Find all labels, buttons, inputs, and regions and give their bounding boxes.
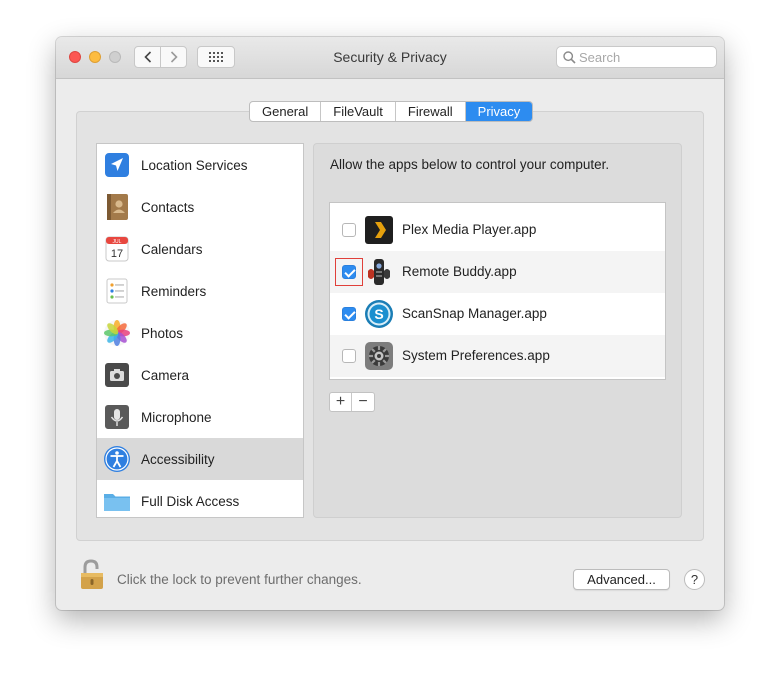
sidebar-item-camera[interactable]: Camera	[97, 354, 303, 396]
sidebar-item-microphone[interactable]: Microphone	[97, 396, 303, 438]
sidebar-item-label: Accessibility	[141, 451, 215, 467]
calendar-icon: JUL 17	[103, 235, 131, 263]
sidebar-item-label: Contacts	[141, 199, 195, 215]
calendar-month: JUL	[113, 239, 122, 245]
app-checkbox-scansnap[interactable]	[342, 307, 356, 321]
remote-buddy-icon	[364, 257, 394, 287]
app-list: Plex Media Player.app Remote Buddy.app S…	[329, 202, 666, 380]
search-input[interactable]	[579, 49, 711, 65]
microphone-icon	[103, 403, 131, 431]
app-row-remote-buddy: Remote Buddy.app	[330, 251, 665, 293]
security-privacy-window: Security & Privacy General FileVault Fir…	[56, 37, 724, 610]
tab-filevault[interactable]: FileVault	[321, 102, 396, 121]
search-icon	[563, 51, 576, 64]
app-row-plex: Plex Media Player.app	[330, 209, 665, 251]
scansnap-icon: S	[364, 299, 394, 329]
help-button[interactable]: ?	[684, 569, 705, 590]
title-bar: Security & Privacy	[56, 37, 724, 79]
photos-flower-icon	[103, 319, 131, 347]
advanced-button[interactable]: Advanced...	[573, 569, 670, 590]
privacy-category-list: Location Services Contacts JUL 17 Calenda…	[96, 143, 304, 518]
tab-firewall[interactable]: Firewall	[396, 102, 466, 121]
app-name: ScanSnap Manager.app	[402, 306, 547, 321]
accessibility-icon	[103, 445, 131, 473]
app-row-system-preferences: System Preferences.app	[330, 335, 665, 377]
system-preferences-gear-icon	[364, 341, 394, 371]
location-arrow-icon	[103, 151, 131, 179]
svg-text:S: S	[374, 306, 383, 322]
app-name: Remote Buddy.app	[402, 264, 517, 279]
sidebar-item-accessibility[interactable]: Accessibility	[97, 438, 303, 480]
search-field[interactable]	[556, 46, 717, 68]
sidebar-item-photos[interactable]: Photos	[97, 312, 303, 354]
lock-status-text: Click the lock to prevent further change…	[117, 572, 362, 587]
add-app-button[interactable]: +	[330, 393, 352, 411]
folder-icon	[103, 487, 131, 515]
sidebar-item-calendars[interactable]: JUL 17 Calendars	[97, 228, 303, 270]
sidebar-item-label: Full Disk Access	[141, 493, 240, 509]
sidebar-item-label: Camera	[141, 367, 190, 383]
sidebar-item-label: Microphone	[141, 409, 212, 425]
sidebar-item-label: Calendars	[141, 241, 203, 257]
remove-app-button[interactable]: −	[352, 393, 374, 411]
app-name: Plex Media Player.app	[402, 222, 537, 237]
contacts-book-icon	[103, 193, 131, 221]
app-checkbox-plex[interactable]	[342, 223, 356, 237]
sidebar-item-reminders[interactable]: Reminders	[97, 270, 303, 312]
sidebar-item-location-services[interactable]: Location Services	[97, 144, 303, 186]
tab-privacy[interactable]: Privacy	[465, 102, 533, 121]
sidebar-item-contacts[interactable]: Contacts	[97, 186, 303, 228]
sidebar-item-full-disk-access[interactable]: Full Disk Access	[97, 480, 303, 517]
add-remove-buttons: + −	[329, 392, 375, 412]
app-name: System Preferences.app	[402, 348, 550, 363]
permission-heading: Allow the apps below to control your com…	[330, 157, 610, 172]
sidebar-item-label: Reminders	[141, 283, 207, 299]
camera-icon	[103, 361, 131, 389]
plex-icon	[364, 215, 394, 245]
tab-bar: General FileVault Firewall Privacy	[249, 101, 534, 122]
sidebar-item-label: Photos	[141, 325, 184, 341]
reminders-list-icon	[103, 277, 131, 305]
app-checkbox-system-preferences[interactable]	[342, 349, 356, 363]
app-checkbox-remote-buddy[interactable]	[342, 265, 356, 279]
app-row-scansnap: S ScanSnap Manager.app	[330, 293, 665, 335]
lock-open-icon[interactable]	[76, 559, 108, 591]
tab-general[interactable]: General	[250, 102, 322, 121]
sidebar-item-label: Location Services	[141, 157, 248, 173]
calendar-day: 17	[111, 248, 123, 260]
